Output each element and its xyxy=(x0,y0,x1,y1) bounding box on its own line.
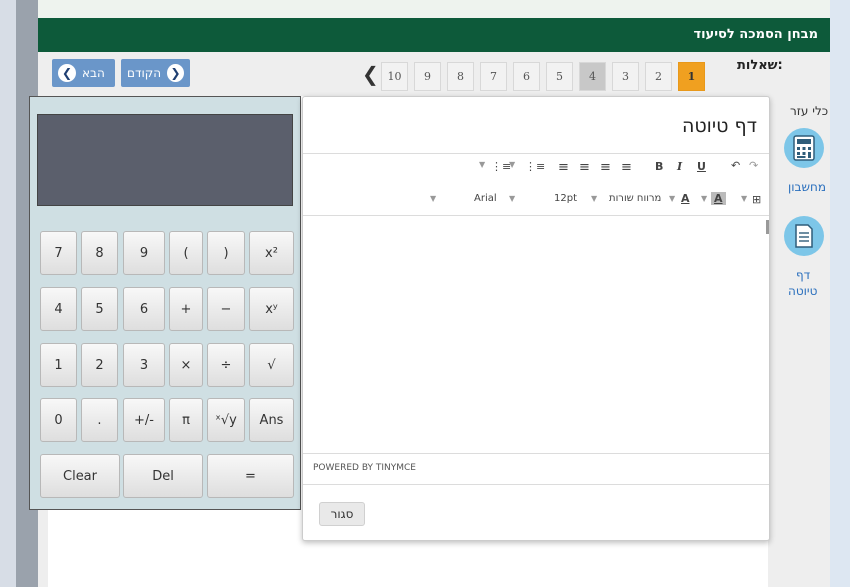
next-button-label: הבא xyxy=(82,66,105,80)
background-color-button[interactable]: A xyxy=(711,192,726,205)
text-color-button[interactable]: A xyxy=(681,192,690,205)
close-button[interactable]: סגור xyxy=(319,502,365,526)
scratchpad-title: דף טיוטה xyxy=(681,115,757,137)
calculator-window[interactable]: 7 8 9() x² 4 5 6 + − xʸ 1 2 3 × ÷ √ 0. +/- π ˣ√y Ans Clear Del… xyxy=(29,96,301,510)
scratchpad-dialog: דף טיוטה ↷ ↶ U I B ≡ ≡ ≡ ≡ ⋮≡ ▼ ⋮≡ ▼ ⊞ ▼… xyxy=(302,96,770,541)
chevron-down-icon[interactable]: ▼ xyxy=(430,194,436,203)
calculator-display xyxy=(37,114,293,206)
italic-button[interactable]: I xyxy=(677,160,682,173)
calc-key[interactable]: Clear xyxy=(40,454,120,498)
chevron-down-icon[interactable]: ▼ xyxy=(669,194,675,203)
page-button-7[interactable]: 7 xyxy=(480,62,507,91)
calc-key[interactable]: +/- xyxy=(123,398,165,442)
calc-key[interactable]: 4 xyxy=(40,287,77,331)
table-icon[interactable]: ⊞ xyxy=(752,193,761,206)
chevron-down-icon[interactable]: ▼ xyxy=(701,194,707,203)
calc-key[interactable]: × xyxy=(169,343,203,387)
next-button[interactable]: ❮ הבא xyxy=(52,59,115,87)
background-left-edge xyxy=(0,0,16,587)
page-button-6[interactable]: 6 xyxy=(513,62,540,91)
chevron-down-icon[interactable]: ▼ xyxy=(509,194,515,203)
calc-key[interactable]: − xyxy=(207,287,245,331)
page-button-5[interactable]: 5 xyxy=(546,62,573,91)
question-pager: 10 9 8 7 6 5 4 3 2 1 xyxy=(381,62,705,91)
pager-back-arrow[interactable]: ❮ xyxy=(362,62,379,86)
calculator-icon xyxy=(793,135,815,161)
scrollbar[interactable] xyxy=(766,220,769,234)
underline-button[interactable]: U xyxy=(697,160,706,173)
page-button-10[interactable]: 10 xyxy=(381,62,408,91)
background-right-edge xyxy=(830,0,850,587)
calc-key[interactable]: 2 xyxy=(81,343,118,387)
calc-key[interactable]: 1 xyxy=(40,343,77,387)
exam-title: מבחן הסמכה לסיעוד xyxy=(693,27,818,42)
calculator-tool-button[interactable] xyxy=(784,128,824,168)
divider xyxy=(303,484,769,485)
page-button-9[interactable]: 9 xyxy=(414,62,441,91)
calc-key[interactable]: Ans xyxy=(249,398,294,442)
scratchpad-tool-label-line1[interactable]: דף xyxy=(796,268,810,282)
align-right-icon[interactable]: ≡ xyxy=(600,160,611,175)
align-center-icon[interactable]: ≡ xyxy=(579,160,590,175)
line-height-select[interactable]: מרווח שורות xyxy=(609,193,661,204)
calc-key[interactable]: 9 xyxy=(123,231,165,275)
editor-footer: POWERED BY TINYMCE xyxy=(313,463,416,473)
calc-key[interactable]: Del xyxy=(123,454,203,498)
chevron-down-icon[interactable]: ▼ xyxy=(591,194,597,203)
previous-button-label: הקודם xyxy=(127,66,162,80)
previous-button[interactable]: הקודם ❯ xyxy=(121,59,190,87)
calc-key[interactable]: 8 xyxy=(81,231,118,275)
bullet-list-icon[interactable]: ⋮≡ xyxy=(491,160,511,173)
calc-key[interactable]: xʸ xyxy=(249,287,294,331)
align-justify-icon[interactable]: ≡ xyxy=(621,160,632,175)
divider xyxy=(303,153,769,154)
calc-key[interactable]: . xyxy=(81,398,118,442)
calc-key[interactable]: π xyxy=(169,398,203,442)
calc-key[interactable]: 5 xyxy=(81,287,118,331)
top-strip xyxy=(38,0,830,18)
divider xyxy=(303,453,769,454)
chevron-down-icon[interactable]: ▼ xyxy=(741,194,747,203)
tools-label: כלי עזר xyxy=(790,104,829,118)
calc-key[interactable]: = xyxy=(207,454,294,498)
calc-key[interactable]: ˣ√y xyxy=(207,398,245,442)
calc-key[interactable]: x² xyxy=(249,231,294,275)
numbered-list-icon[interactable]: ⋮≡ xyxy=(525,160,545,173)
calc-key[interactable]: ( xyxy=(169,231,203,275)
calc-key[interactable]: 3 xyxy=(123,343,165,387)
page-button-8[interactable]: 8 xyxy=(447,62,474,91)
chevron-down-icon[interactable]: ▼ xyxy=(479,160,485,169)
exam-header: מבחן הסמכה לסיעוד xyxy=(38,18,830,52)
calc-key[interactable]: 6 xyxy=(123,287,165,331)
page-button-1[interactable]: 1 xyxy=(678,62,705,91)
font-family-select[interactable]: Arial xyxy=(474,193,497,204)
page-button-2[interactable]: 2 xyxy=(645,62,672,91)
undo-icon[interactable]: ↶ xyxy=(731,159,740,172)
notepad-icon xyxy=(795,224,813,248)
bold-button[interactable]: B xyxy=(655,160,663,173)
calculator-tool-label[interactable]: מחשבון xyxy=(788,180,826,194)
scratchpad-editor[interactable] xyxy=(303,216,769,452)
scratchpad-tool-label-line2[interactable]: טיוטה xyxy=(788,284,817,298)
font-size-select[interactable]: 12pt xyxy=(554,193,577,204)
calc-key[interactable]: + xyxy=(169,287,203,331)
page-button-3[interactable]: 3 xyxy=(612,62,639,91)
page-button-4[interactable]: 4 xyxy=(579,62,606,91)
chevron-right-icon: ❯ xyxy=(167,64,184,82)
questions-label: שאלות: xyxy=(737,58,783,73)
calc-key[interactable]: √ xyxy=(249,343,294,387)
align-left-icon[interactable]: ≡ xyxy=(558,160,569,175)
calc-key[interactable]: 0 xyxy=(40,398,77,442)
redo-icon[interactable]: ↷ xyxy=(749,159,758,172)
scratchpad-tool-button[interactable] xyxy=(784,216,824,256)
calc-key[interactable]: ÷ xyxy=(207,343,245,387)
calc-key[interactable]: 7 xyxy=(40,231,77,275)
calc-key[interactable]: ) xyxy=(207,231,245,275)
chevron-left-icon: ❮ xyxy=(58,64,76,82)
